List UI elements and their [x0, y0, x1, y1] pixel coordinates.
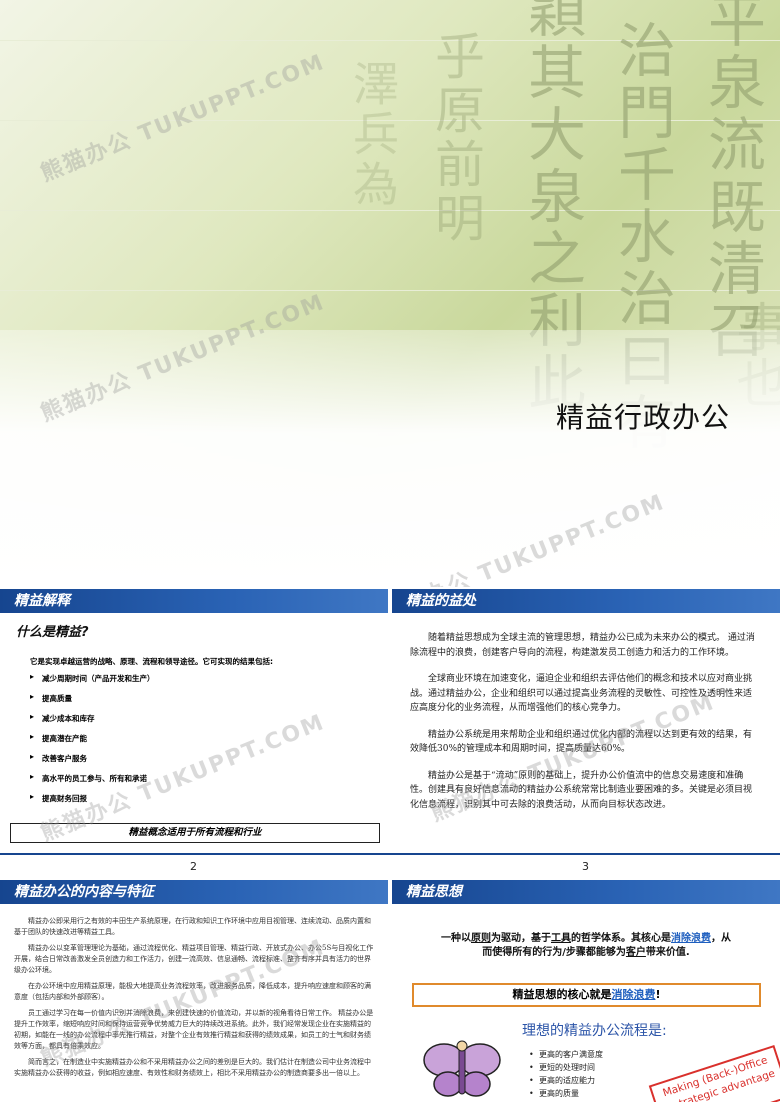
- list-item: 提高质量: [30, 692, 388, 704]
- slide-body: 随着精益思想成为全球主流的管理思想，精益办公已成为未来办公的模式。 通过消除流程…: [392, 613, 780, 812]
- intro-text: 它是实现卓越运营的战略、原理、流程和领导途径。它可实现的结果包括:: [30, 657, 273, 666]
- slide-header: 精益的益处: [392, 589, 780, 613]
- list-item: 更短的处理时间: [529, 1061, 603, 1074]
- slide-divider: [0, 853, 780, 855]
- body-paragraph: 随着精益思想成为全球主流的管理思想，精益办公已成为未来办公的模式。 通过消除流程…: [410, 633, 755, 658]
- list-item: 更高的适应能力: [529, 1074, 603, 1087]
- cover-slide: 平泉流既清召 治門千水治曰有 穎其大泉之利此 乎原前明 澤兵為 事也 精益行政办…: [0, 0, 780, 587]
- page-number: 2: [190, 860, 197, 873]
- ideal-process-list: 更高的客户满意度 更短的处理时间 更高的适应能力 更高的质量: [529, 1048, 603, 1100]
- cover-title: 精益行政办公: [555, 401, 730, 434]
- slide-question: 什么是精益?: [16, 625, 89, 640]
- watermark: 熊猫办公 TUKUPPT.COM: [37, 49, 329, 187]
- list-item: 提高潜在产能: [30, 732, 388, 744]
- slide-header: 精益思想: [392, 880, 780, 904]
- slide-header: 精益解释: [0, 589, 388, 613]
- butterfly-illustration: [423, 1040, 501, 1097]
- slide-header: 精益办公的内容与特征: [0, 880, 388, 904]
- calligraphy-column: 乎原前明: [427, 30, 485, 246]
- slide-lean-thinking: 精益思想 一种以原则为驱动，基于工具的哲学体系。其核心是消除浪费，从 而使得所有…: [392, 880, 780, 1102]
- ideal-process-title: 理想的精益办公流程是:: [522, 1023, 667, 1039]
- list-item: 更高的客户满意度: [529, 1048, 603, 1061]
- list-item: 减少周期时间（产品开发和生产）: [30, 672, 388, 684]
- list-item: 减少成本和库存: [30, 712, 388, 724]
- strategy-stamp: Making (Back-)Office a strategic advanta…: [648, 1044, 780, 1102]
- calligraphy-column: 澤兵為: [346, 60, 400, 210]
- page-number: 3: [582, 860, 589, 873]
- list-item: 更高的质量: [529, 1087, 603, 1100]
- core-idea-box: 精益思想的核心就是消除浪费!: [412, 983, 761, 1007]
- lean-definition: 一种以原则为驱动，基于工具的哲学体系。其核心是消除浪费，从 而使得所有的行为/步…: [441, 933, 731, 958]
- body-paragraph: 精益办公即采用行之有效的丰田生产系统原理，在行政和知识工作环境中应用目视管理、连…: [14, 917, 371, 936]
